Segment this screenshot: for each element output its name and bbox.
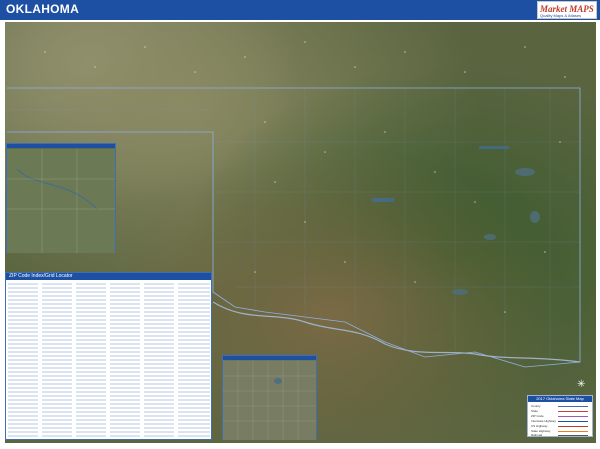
legend-title: 2017 Oklahoma State Map: [528, 396, 592, 402]
compass-rose-icon: ✳: [577, 379, 586, 390]
legend-swatch: [558, 435, 588, 436]
inset-imagery: [223, 361, 316, 440]
zip-index-column: [144, 281, 174, 439]
zip-index-column: [76, 281, 106, 439]
inset-header: [7, 144, 115, 148]
map-legend: 2017 Oklahoma State Map County State ZIP…: [527, 395, 593, 437]
legend-label: Railroad: [531, 433, 543, 437]
legend-label: Interstate Highway: [531, 419, 556, 423]
legend-swatch: [558, 406, 588, 407]
inset-imagery: [7, 149, 115, 253]
inset-map-upper[interactable]: [6, 143, 116, 253]
legend-swatch: [558, 421, 588, 422]
legend-swatch: [558, 431, 588, 432]
inset-header: [223, 356, 316, 360]
publisher-logo: Market MAPS Quality Maps & Atlases: [537, 1, 597, 19]
legend-swatch: [558, 411, 588, 412]
zip-index-column: [8, 281, 38, 439]
logo-tagline: Quality Maps & Atlases: [540, 13, 582, 18]
legend-swatch: [558, 416, 588, 417]
zip-code-index: ZIP Code Index/Grid Locator: [5, 272, 212, 440]
inset-map-lower[interactable]: [222, 355, 317, 440]
header-bar: OKLAHOMA Market MAPS Quality Maps & Atla…: [0, 0, 600, 20]
legend-label: US Highway: [531, 424, 548, 428]
legend-label: County: [531, 404, 541, 408]
legend-label: State: [531, 409, 539, 413]
zip-index-column: [178, 281, 210, 439]
zip-index-title: ZIP Code Index/Grid Locator: [6, 273, 211, 280]
legend-swatch: [558, 426, 588, 427]
legend-label: ZIP Code: [531, 414, 544, 418]
map-title: OKLAHOMA: [6, 2, 80, 16]
zip-index-column: [42, 281, 72, 439]
zip-index-column: [110, 281, 140, 439]
